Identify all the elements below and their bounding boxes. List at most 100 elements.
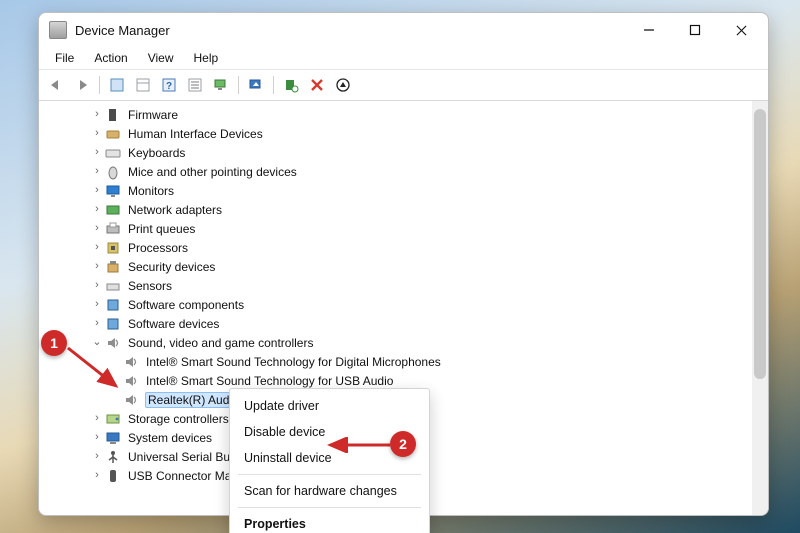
- menu-action[interactable]: Action: [84, 49, 137, 67]
- expand-icon[interactable]: ›: [89, 143, 105, 162]
- tree-item[interactable]: › Processors: [41, 238, 768, 257]
- sw-icon: [105, 316, 121, 332]
- ctx-separator: [238, 507, 421, 508]
- tree-item-label: Sensors: [127, 279, 173, 293]
- expand-icon[interactable]: ›: [89, 162, 105, 181]
- sensor-icon: [105, 278, 121, 294]
- monitor-icon: [105, 183, 121, 199]
- mouse-icon: [105, 164, 121, 180]
- tree-item[interactable]: › Keyboards: [41, 143, 768, 162]
- tree-item[interactable]: › Security devices: [41, 257, 768, 276]
- scrollbar-thumb[interactable]: [754, 109, 766, 379]
- toolbar: ?: [39, 70, 768, 101]
- tree-item-label: Human Interface Devices: [127, 127, 264, 141]
- sound-icon: [105, 335, 121, 351]
- forward-icon[interactable]: [71, 74, 93, 96]
- tree-item[interactable]: ›Print queues: [41, 219, 768, 238]
- expand-icon[interactable]: ›: [89, 238, 105, 257]
- app-icon: [49, 21, 67, 39]
- tree-item-label: USB Connector Man: [127, 469, 239, 483]
- tree-item[interactable]: › Software devices: [41, 314, 768, 333]
- speaker-icon: [123, 373, 139, 389]
- ctx-scan-hardware[interactable]: Scan for hardware changes: [230, 478, 429, 504]
- toolbar-show-hidden-icon[interactable]: [106, 74, 128, 96]
- tree-item[interactable]: Intel® Smart Sound Technology for Digita…: [41, 352, 768, 371]
- minimize-button[interactable]: [626, 15, 672, 45]
- expand-icon[interactable]: ›: [89, 409, 105, 428]
- collapse-icon[interactable]: ⌄: [89, 333, 105, 352]
- toolbar-divider: [99, 76, 100, 94]
- ctx-separator: [238, 474, 421, 475]
- toolbar-divider: [238, 76, 239, 94]
- expand-icon[interactable]: ›: [89, 295, 105, 314]
- tree-item-label: Software devices: [127, 317, 220, 331]
- ctx-update-driver[interactable]: Update driver: [230, 393, 429, 419]
- menu-view[interactable]: View: [138, 49, 184, 67]
- tree-item[interactable]: ⌄ Sound, video and game controllers: [41, 333, 768, 352]
- toolbar-help-icon[interactable]: ?: [158, 74, 180, 96]
- usbconn-icon: [105, 468, 121, 484]
- tree-item[interactable]: › Software components: [41, 295, 768, 314]
- toolbar-divider: [273, 76, 274, 94]
- maximize-button[interactable]: [672, 15, 718, 45]
- sec-icon: [105, 259, 121, 275]
- annotation-badge-2: 2: [390, 431, 416, 457]
- expand-icon[interactable]: ›: [89, 124, 105, 143]
- tree-item-label: Monitors: [127, 184, 175, 198]
- tree-item-label: Sound, video and game controllers: [127, 336, 314, 350]
- usb-icon: [105, 449, 121, 465]
- expand-icon[interactable]: ›: [89, 276, 105, 295]
- tree-item[interactable]: › Sensors: [41, 276, 768, 295]
- toolbar-list-icon[interactable]: [184, 74, 206, 96]
- speaker-icon: [123, 392, 139, 408]
- tree-item[interactable]: › Firmware: [41, 105, 768, 124]
- system-icon: [105, 430, 121, 446]
- expand-icon[interactable]: ›: [89, 257, 105, 276]
- tree-item-label: Keyboards: [127, 146, 186, 160]
- menu-file[interactable]: File: [45, 49, 84, 67]
- tree-item[interactable]: › Human Interface Devices: [41, 124, 768, 143]
- printer-icon: [105, 221, 121, 237]
- expand-icon[interactable]: ›: [89, 466, 105, 485]
- tree-item-label: Storage controllers: [127, 412, 230, 426]
- expand-icon[interactable]: ›: [89, 105, 105, 124]
- tree-item-label: System devices: [127, 431, 213, 445]
- close-button[interactable]: [718, 15, 764, 45]
- svg-text:?: ?: [166, 81, 172, 92]
- net-icon: [105, 202, 121, 218]
- tree-item-label: Intel® Smart Sound Technology for Digita…: [145, 355, 442, 369]
- toolbar-properties-icon[interactable]: [332, 74, 354, 96]
- cpu-icon: [105, 240, 121, 256]
- tree-item[interactable]: › Mice and other pointing devices: [41, 162, 768, 181]
- back-icon[interactable]: [45, 74, 67, 96]
- tree-item-label: Software components: [127, 298, 245, 312]
- tree-item[interactable]: › Monitors: [41, 181, 768, 200]
- device-icon: [105, 107, 121, 123]
- expand-icon[interactable]: ›: [89, 314, 105, 333]
- tree-item-label: Realtek(R) Audio: [145, 392, 242, 408]
- tree-item[interactable]: ›Network adapters: [41, 200, 768, 219]
- expand-icon[interactable]: ›: [89, 428, 105, 447]
- titlebar[interactable]: Device Manager: [39, 13, 768, 47]
- expand-icon[interactable]: ›: [89, 200, 105, 219]
- expand-icon[interactable]: ›: [89, 181, 105, 200]
- tree-item-label: Firmware: [127, 108, 179, 122]
- tree-item-label: Security devices: [127, 260, 216, 274]
- tree-item-label: Mice and other pointing devices: [127, 165, 298, 179]
- hid-icon: [105, 126, 121, 142]
- ctx-properties[interactable]: Properties: [230, 511, 429, 533]
- toolbar-scan-icon[interactable]: [280, 74, 302, 96]
- toolbar-update-icon[interactable]: [245, 74, 267, 96]
- expand-icon[interactable]: ›: [89, 447, 105, 466]
- window-title: Device Manager: [75, 23, 626, 38]
- tree-item-label: Processors: [127, 241, 189, 255]
- toolbar-device-icon[interactable]: [210, 74, 232, 96]
- speaker-icon: [123, 354, 139, 370]
- toolbar-uninstall-icon[interactable]: [306, 74, 328, 96]
- menu-help[interactable]: Help: [184, 49, 229, 67]
- annotation-badge-1: 1: [41, 330, 67, 356]
- toolbar-view-icon[interactable]: [132, 74, 154, 96]
- storage-icon: [105, 411, 121, 427]
- vertical-scrollbar[interactable]: [752, 101, 768, 515]
- expand-icon[interactable]: ›: [89, 219, 105, 238]
